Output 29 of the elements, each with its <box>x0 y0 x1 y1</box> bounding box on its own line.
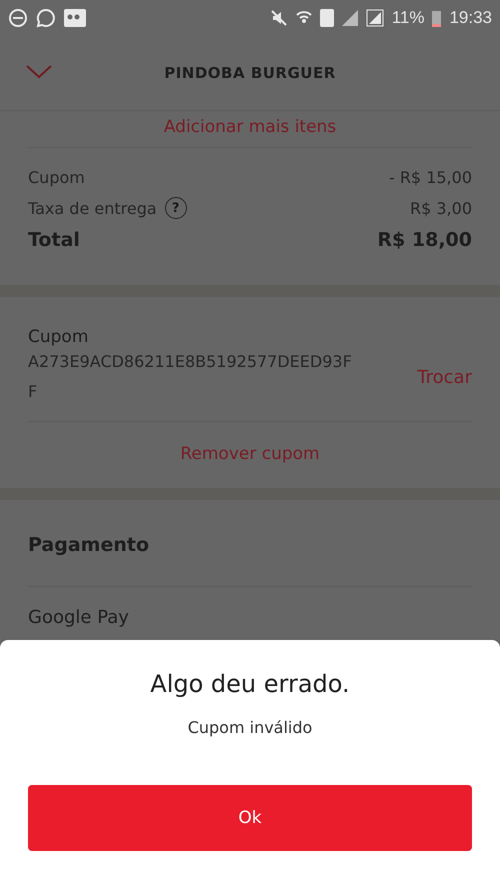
signal-icon <box>342 10 358 26</box>
battery-icon <box>432 8 442 26</box>
chat-bubble-icon <box>36 8 56 28</box>
total-label: Total <box>28 229 80 251</box>
total-value: R$ 18,00 <box>377 229 472 251</box>
summary-value: R$ 3,00 <box>410 198 472 218</box>
mute-icon <box>270 8 288 26</box>
help-icon[interactable]: ? <box>164 197 187 219</box>
remove-coupon-link[interactable]: Remover cupom <box>28 422 472 488</box>
change-coupon-link[interactable]: Trocar <box>417 366 472 388</box>
coupon-title: Cupom <box>28 327 88 347</box>
coupon-code: A273E9ACD86211E8B5192577DEED93F F <box>28 351 353 403</box>
signal-icon <box>366 8 384 26</box>
chevron-down-icon[interactable] <box>26 65 52 79</box>
summary-value: - R$ 15,00 <box>388 168 472 187</box>
ok-button[interactable]: Ok <box>28 785 472 851</box>
sim-icon <box>320 8 334 26</box>
restaurant-title: PINDOBA BURGUER <box>164 64 336 82</box>
payment-method[interactable]: Google Pay <box>28 587 472 628</box>
dialog-message: Cupom inválido <box>188 718 312 737</box>
add-items-link[interactable]: Adicionar mais itens <box>0 111 500 147</box>
summary-label: Cupom <box>28 168 85 187</box>
clock: 19:33 <box>449 8 492 28</box>
dialog-title: Algo deu errado. <box>150 670 350 698</box>
do-not-disturb-icon <box>8 8 28 28</box>
payment-title: Pagamento <box>28 533 150 558</box>
battery-percentage: 11% <box>392 8 424 28</box>
summary-label: Taxa de entrega <box>28 198 157 218</box>
voicemail-icon <box>64 8 86 26</box>
